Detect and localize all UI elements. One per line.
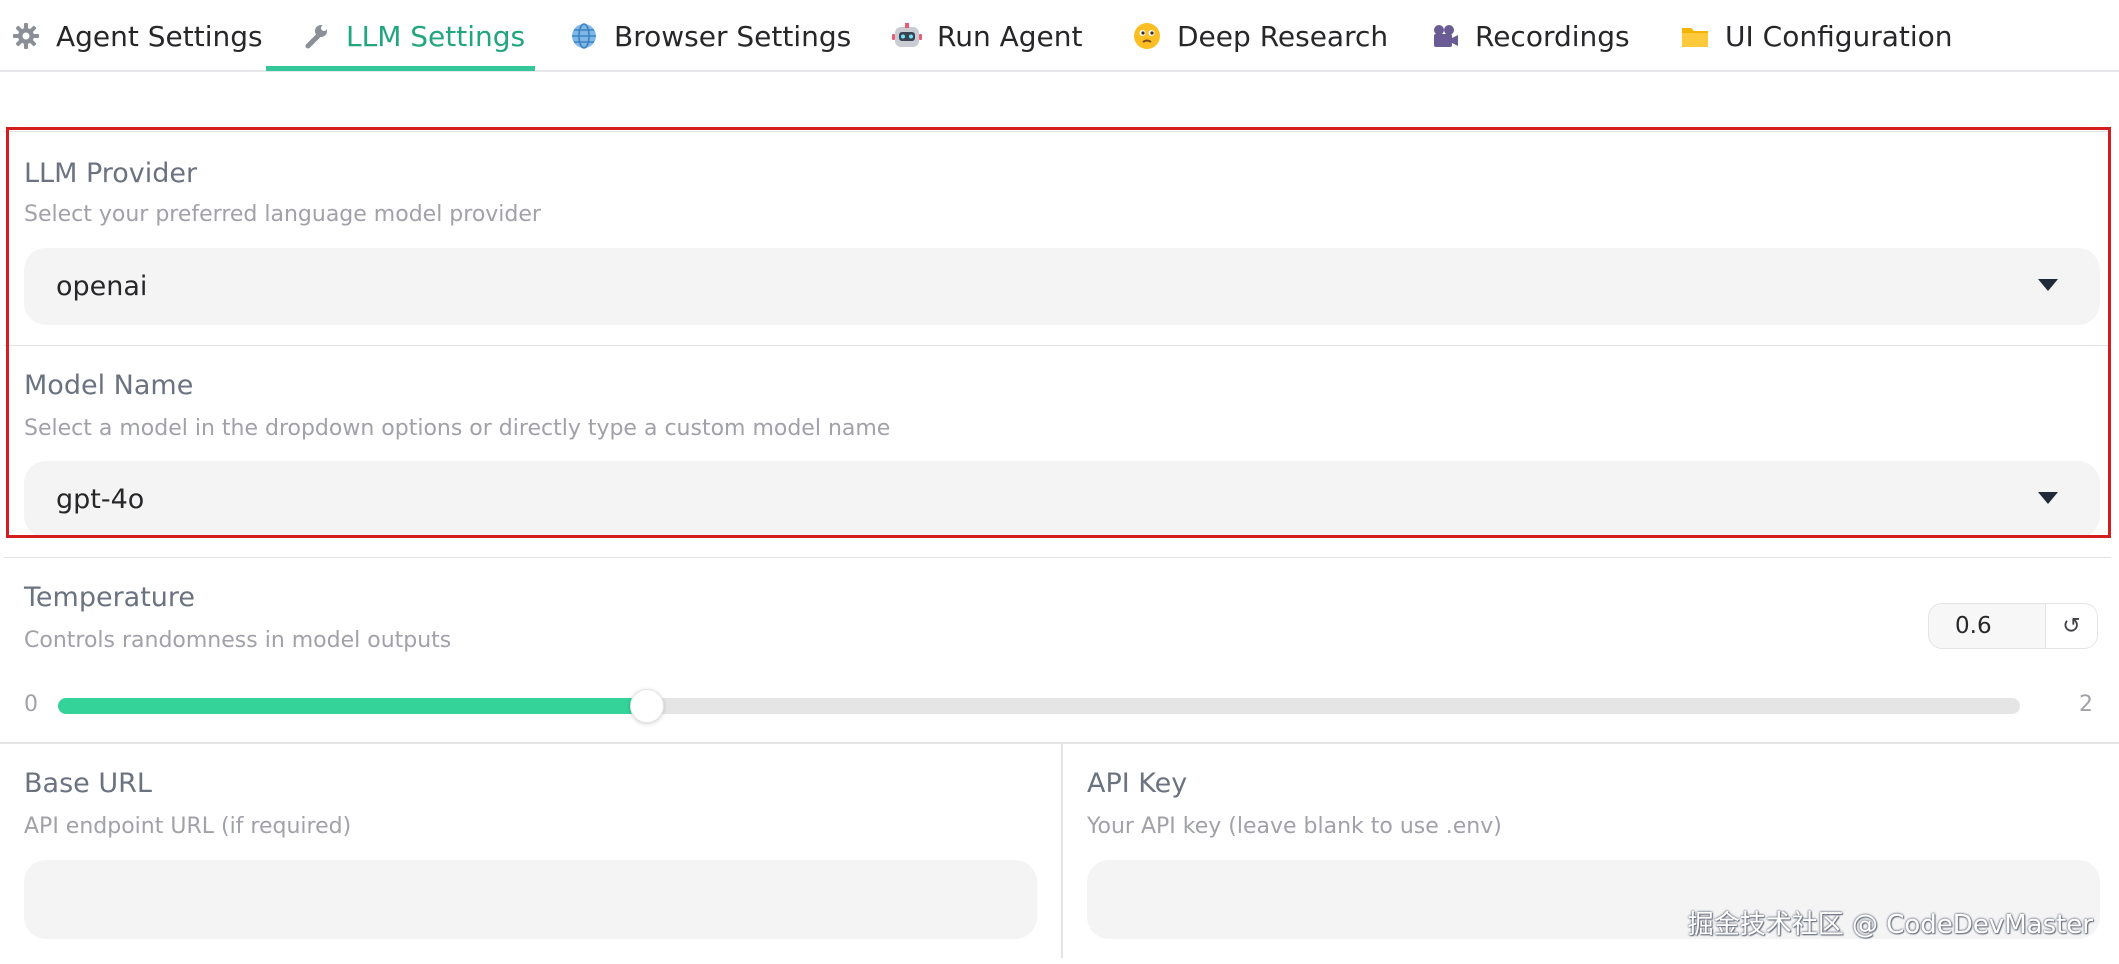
llm-provider-dropdown[interactable]: openai <box>24 248 2100 325</box>
tab-ui-configuration[interactable]: UI Configuration <box>1679 0 1953 72</box>
folder-icon <box>1679 20 1711 52</box>
tab-run-agent[interactable]: Run Agent <box>891 0 1082 72</box>
tab-label: Deep Research <box>1177 19 1389 53</box>
reset-button[interactable]: ↺ <box>2045 604 2097 648</box>
base-url-label: Base URL <box>24 768 152 799</box>
globe-icon <box>568 20 600 52</box>
wrench-icon <box>300 20 332 52</box>
temperature-block: Temperature Controls randomness in model… <box>4 557 2111 742</box>
reset-icon: ↺ <box>2062 613 2081 639</box>
llm-provider-label: LLM Provider <box>24 158 198 189</box>
active-tab-indicator <box>266 66 535 71</box>
tab-deep-research[interactable]: Deep Research <box>1131 0 1388 72</box>
chevron-down-icon[interactable] <box>2038 279 2058 291</box>
model-name-dropdown[interactable]: gpt-4o <box>24 461 2100 538</box>
base-url-info: API endpoint URL (if required) <box>24 814 352 839</box>
tab-label: LLM Settings <box>346 19 526 53</box>
tab-agent-settings[interactable]: Agent Settings <box>10 0 263 72</box>
watermark: 掘金技术社区 @ CodeDevMaster <box>1687 910 2093 940</box>
slider-min-label: 0 <box>24 692 38 717</box>
base-url-block: Base URL API endpoint URL (if required) <box>0 742 1061 958</box>
api-key-info: Your API key (leave blank to use .env) <box>1087 814 1502 839</box>
temperature-slider[interactable] <box>58 689 2020 723</box>
temperature-number-input[interactable] <box>1929 604 2047 648</box>
api-key-label: API Key <box>1087 768 1188 799</box>
tab-label: Run Agent <box>937 19 1083 53</box>
model-name-value: gpt-4o <box>56 484 145 515</box>
video-camera-icon <box>1429 20 1461 52</box>
llm-provider-info: Select your preferred language model pro… <box>24 202 541 227</box>
chevron-down-icon[interactable] <box>2038 492 2058 504</box>
thinking-face-icon <box>1131 20 1163 52</box>
model-name-block: Model Name Select a model in the dropdow… <box>4 345 2111 557</box>
tab-browser-settings[interactable]: Browser Settings <box>568 0 851 72</box>
temperature-number-box: ↺ <box>1928 603 2098 649</box>
model-name-label: Model Name <box>24 370 194 401</box>
llm-provider-block: LLM Provider Select your preferred langu… <box>4 131 2111 345</box>
slider-max-label: 2 <box>2079 692 2093 717</box>
llm-provider-value: openai <box>56 271 148 302</box>
tab-label: Agent Settings <box>56 19 263 53</box>
slider-fill <box>58 698 647 714</box>
tab-label: Browser Settings <box>614 19 852 53</box>
robot-icon <box>891 20 923 52</box>
temperature-label: Temperature <box>24 582 196 613</box>
slider-thumb[interactable] <box>629 689 664 723</box>
tab-label: UI Configuration <box>1725 19 1953 53</box>
tab-llm-settings[interactable]: LLM Settings <box>300 0 525 72</box>
temperature-info: Controls randomness in model outputs <box>24 628 452 653</box>
base-url-input[interactable] <box>24 860 1037 939</box>
model-name-info: Select a model in the dropdown options o… <box>24 416 891 441</box>
tab-label: Recordings <box>1475 19 1630 53</box>
tab-bar: Agent Settings LLM Settings Browser Sett… <box>0 0 2119 72</box>
tab-recordings[interactable]: Recordings <box>1429 0 1630 72</box>
gear-icon <box>10 20 42 52</box>
